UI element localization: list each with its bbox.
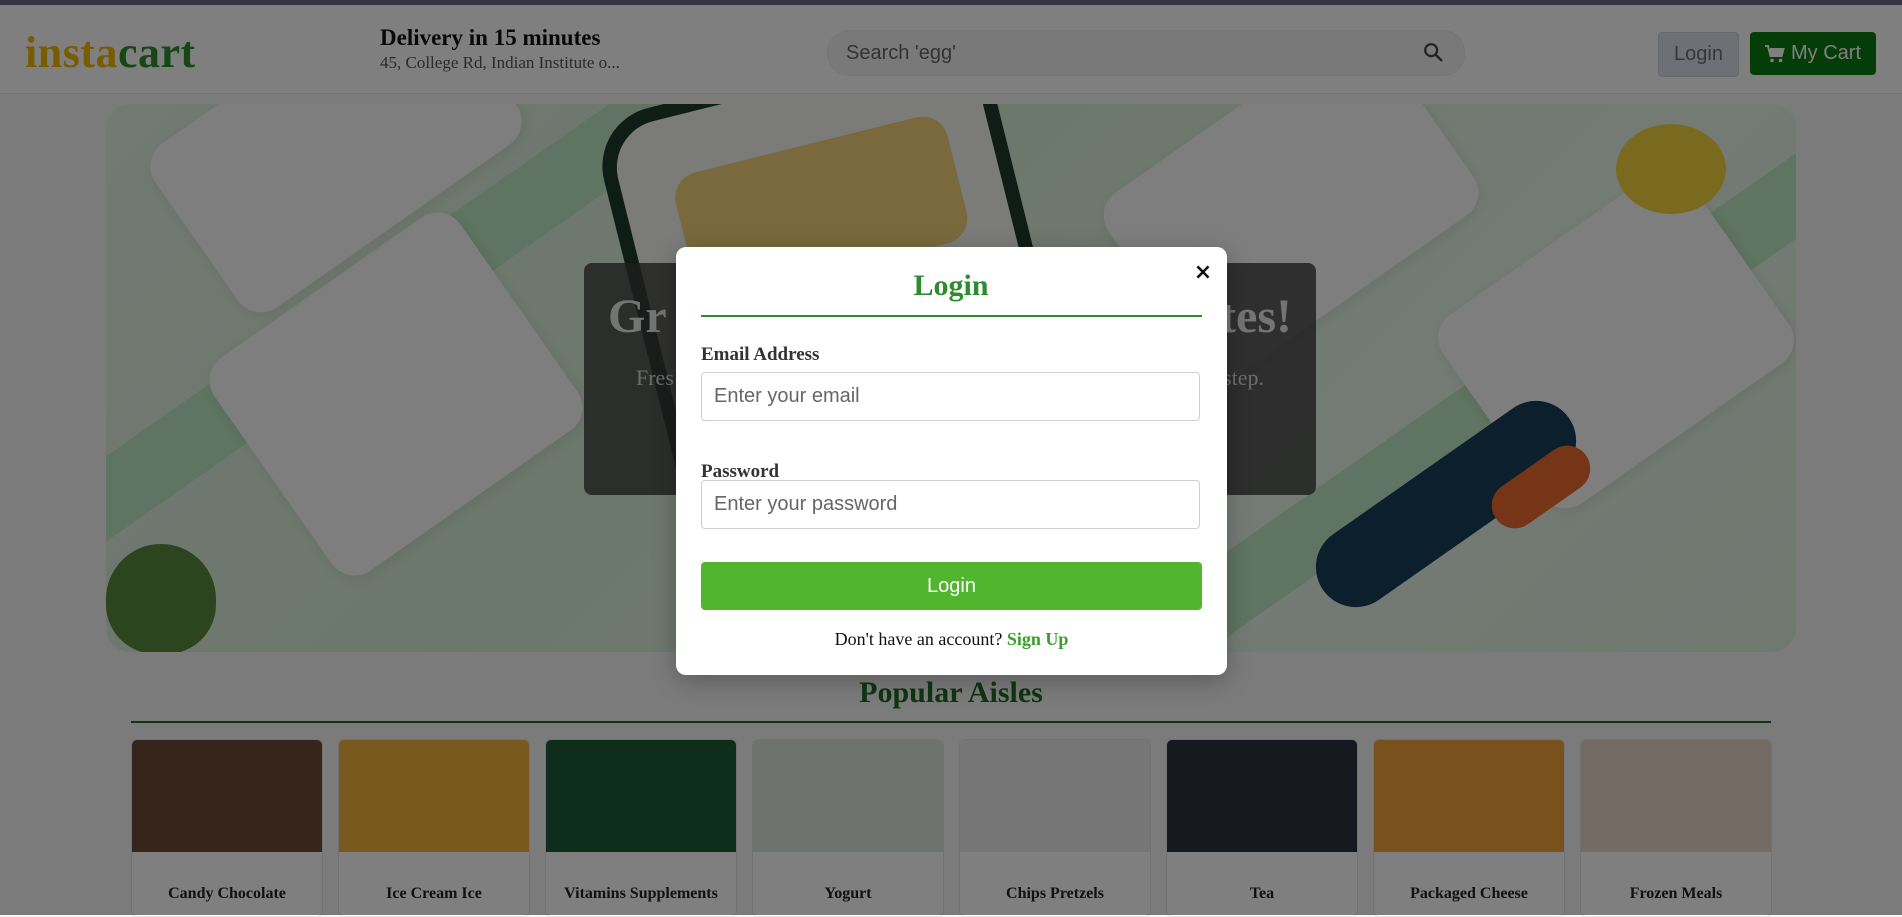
email-field[interactable] [701, 372, 1200, 421]
signup-prompt: Don't have an account? [834, 629, 1007, 649]
signup-link[interactable]: Sign Up [1007, 629, 1069, 649]
password-field[interactable] [701, 480, 1200, 529]
email-label: Email Address [701, 344, 820, 365]
modal-title: Login [913, 269, 989, 302]
close-icon[interactable]: × [1191, 261, 1215, 285]
login-modal: Login × Email Address Password Login Don… [676, 247, 1227, 675]
login-submit-button[interactable]: Login [701, 562, 1202, 610]
signup-row: Don't have an account? Sign Up [676, 629, 1227, 650]
modal-title-divider [701, 315, 1202, 317]
